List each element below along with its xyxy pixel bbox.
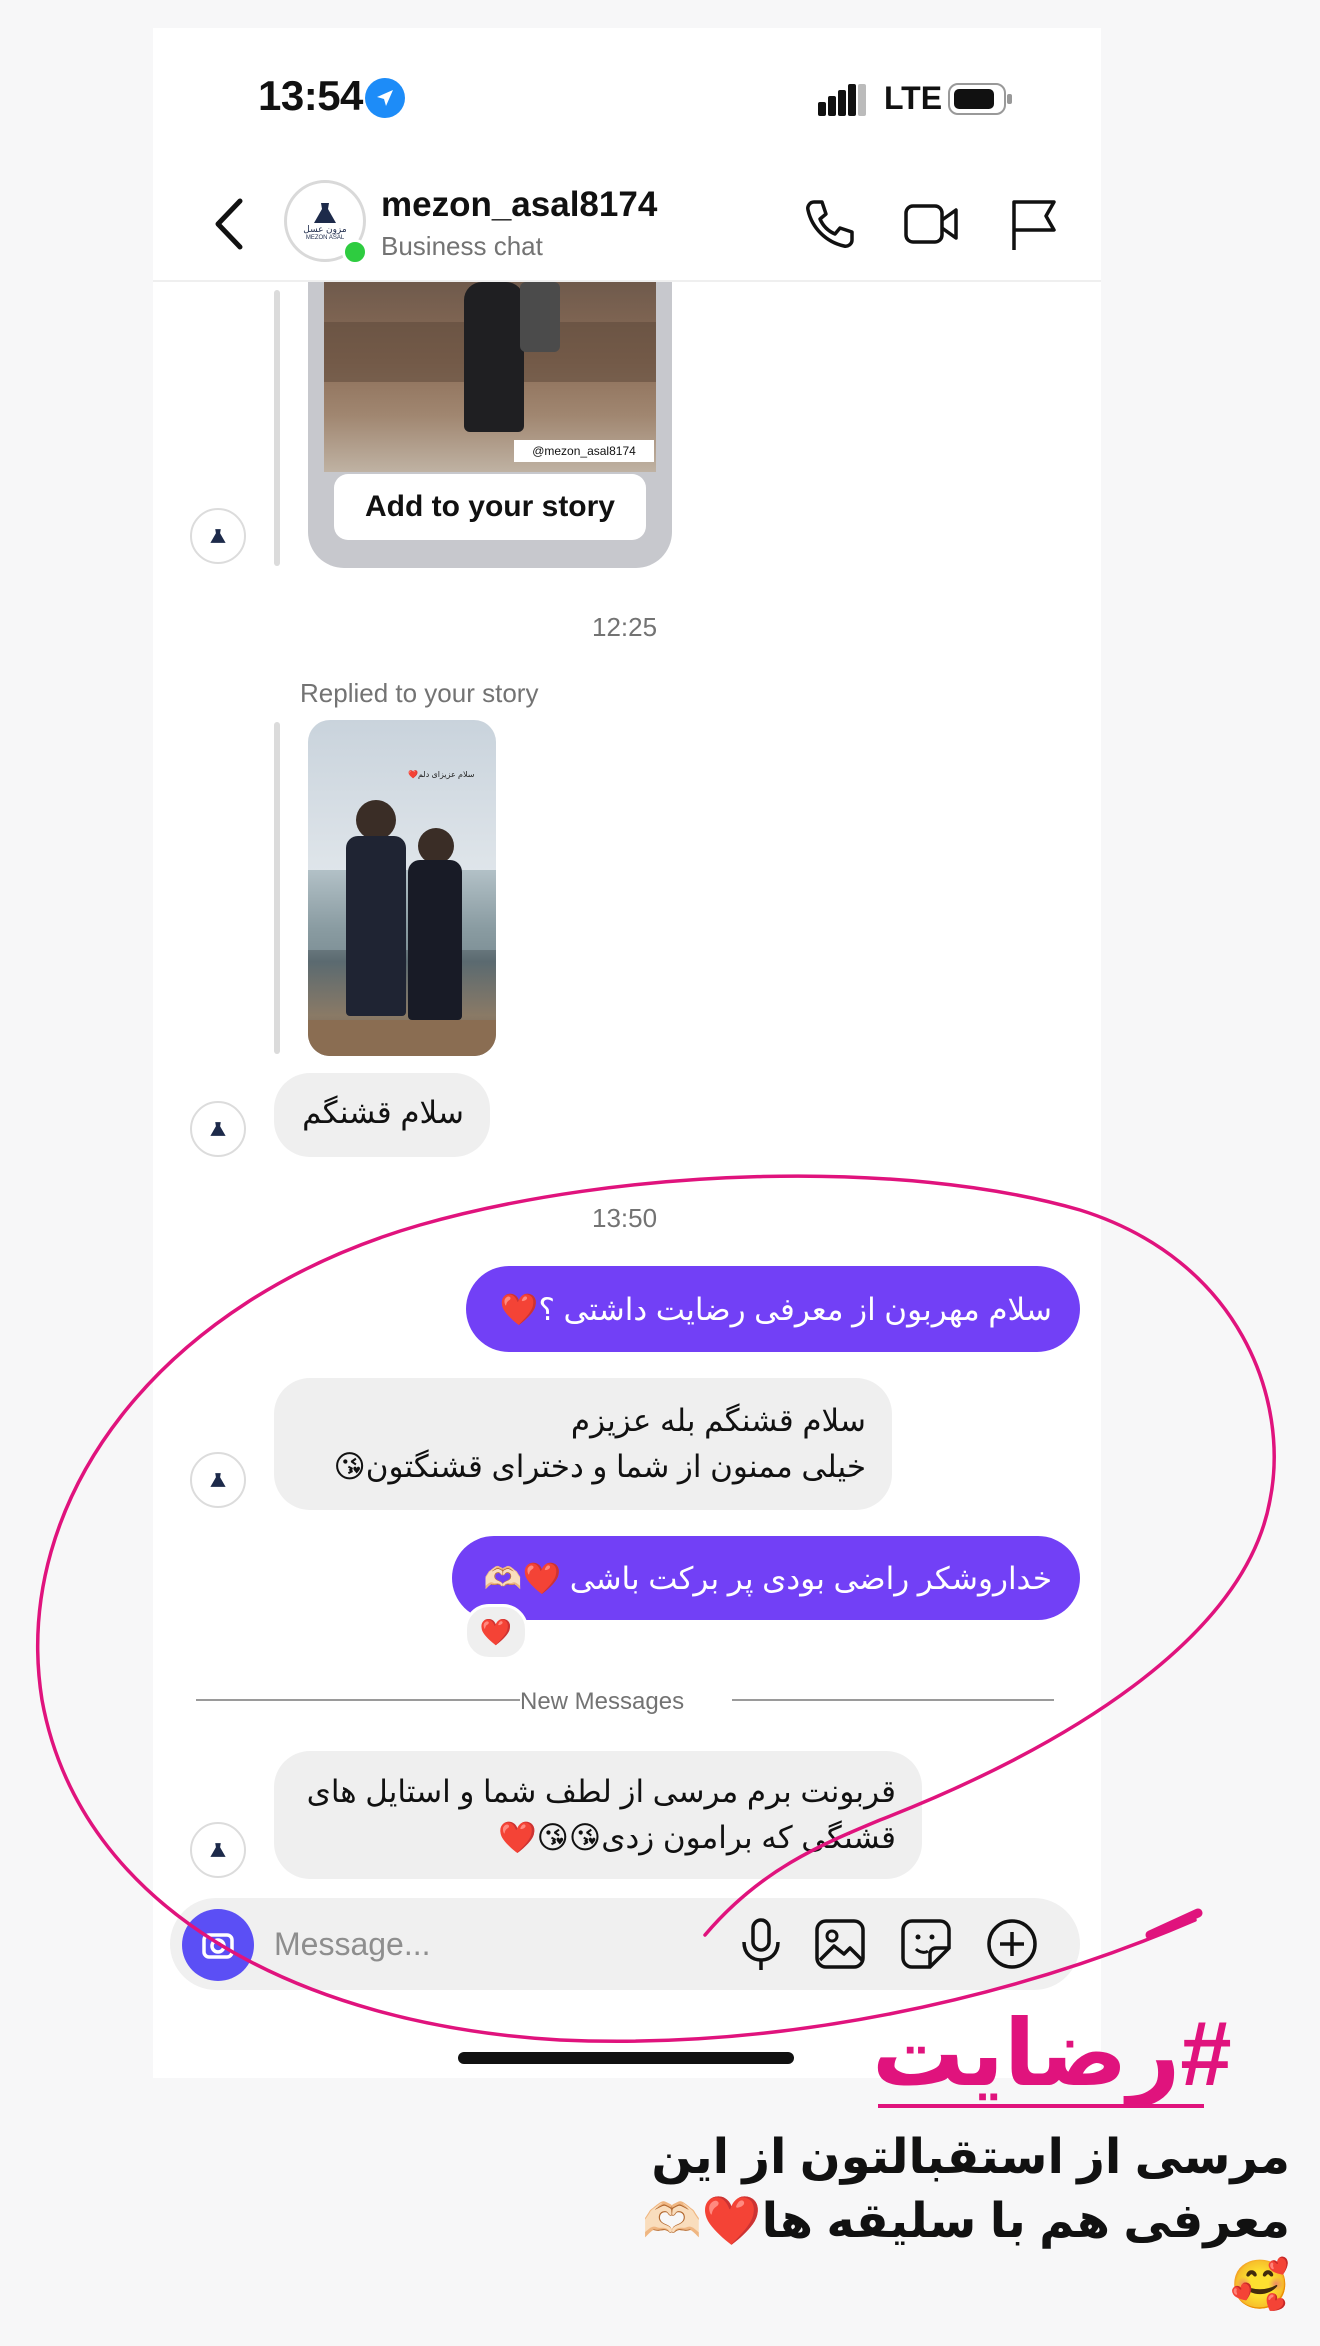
message-line: سلام قشنگم بله عزیزم xyxy=(570,1403,866,1438)
story-handle: @mezon_asal8174 xyxy=(514,440,654,462)
logo-subtext: MEZON ASAL xyxy=(305,234,345,241)
add-to-story-button[interactable]: Add to your story xyxy=(334,474,646,540)
sender-avatar xyxy=(190,508,246,564)
message-line: خیلی ممنون از شما و دخترای قشنگتون😘 xyxy=(333,1449,866,1484)
new-messages-label: New Messages xyxy=(520,1688,685,1715)
outgoing-message[interactable]: سلام مهربون از معرفی رضایت داشتی ؟❤️ xyxy=(466,1266,1080,1352)
message-input[interactable]: Message... xyxy=(274,1926,431,1963)
chat-username[interactable]: mezon_asal8174 xyxy=(381,185,657,225)
home-indicator xyxy=(458,2052,794,2064)
camera-button[interactable] xyxy=(182,1909,254,1981)
story-overlay-text: سلام عزیزای دلم❤️ xyxy=(408,770,475,779)
phone-icon[interactable] xyxy=(800,194,860,254)
sender-avatar xyxy=(190,1452,246,1508)
reply-indicator-bar xyxy=(274,290,280,566)
back-icon[interactable] xyxy=(210,197,250,251)
status-time: 13:54 xyxy=(258,72,363,119)
divider-right xyxy=(732,1699,1054,1701)
network-type: LTE xyxy=(884,80,943,116)
replied-label: Replied to your story xyxy=(300,678,539,708)
sticker-icon[interactable] xyxy=(900,1918,952,1970)
story-image: @mezon_asal8174 xyxy=(324,282,656,472)
video-icon[interactable] xyxy=(902,194,962,254)
location-arrow-icon xyxy=(365,78,405,118)
outgoing-message[interactable]: خداروشکر راضی بودی پر برکت باشی ❤️🫶🏻 xyxy=(452,1536,1080,1620)
reply-indicator-bar xyxy=(274,722,280,1054)
message-line: قشنگی که برامون زدی😘😘❤️ xyxy=(497,1820,896,1855)
mic-icon[interactable] xyxy=(736,1916,786,1972)
message-reaction[interactable]: ❤️ xyxy=(464,1604,528,1660)
incoming-message[interactable]: قربونت برم مرسی از لطف شما و استایل های … xyxy=(274,1751,922,1879)
incoming-message[interactable]: سلام قشنگم بله عزیزم خیلی ممنون از شما و… xyxy=(274,1378,892,1510)
gallery-icon[interactable] xyxy=(814,1918,866,1970)
caption-line: مرسی از استقبالتون از این xyxy=(651,2131,1290,2184)
sender-avatar xyxy=(190,1101,246,1157)
dress-logo-icon xyxy=(314,202,336,223)
online-status-dot xyxy=(342,239,368,265)
logo-text: مزون عسل xyxy=(303,223,347,234)
camera-icon xyxy=(202,1933,234,1959)
cellular-signal-icon xyxy=(818,84,866,116)
battery-icon xyxy=(948,83,1012,115)
incoming-message[interactable]: سلام قشنگم xyxy=(274,1073,490,1157)
plus-icon[interactable] xyxy=(986,1918,1038,1970)
flag-icon[interactable] xyxy=(1004,194,1064,254)
sender-avatar xyxy=(190,1822,246,1878)
caption-text: مرسی از استقبالتون از این معرفی هم با سل… xyxy=(640,2126,1290,2318)
timestamp: 13:50 xyxy=(592,1203,658,1233)
hashtag-label: #رضایت xyxy=(872,2003,1232,2105)
divider-left xyxy=(196,1699,520,1701)
timestamp: 12:25 xyxy=(592,612,658,642)
caption-line: معرفی هم با سلیقه ها❤️🫶🏻🥰 xyxy=(642,2195,1290,2312)
replied-story-thumbnail[interactable]: سلام عزیزای دلم❤️ xyxy=(308,720,496,1056)
chat-subtitle: Business chat xyxy=(381,231,543,261)
message-line: قربونت برم مرسی از لطف شما و استایل های xyxy=(306,1774,896,1809)
